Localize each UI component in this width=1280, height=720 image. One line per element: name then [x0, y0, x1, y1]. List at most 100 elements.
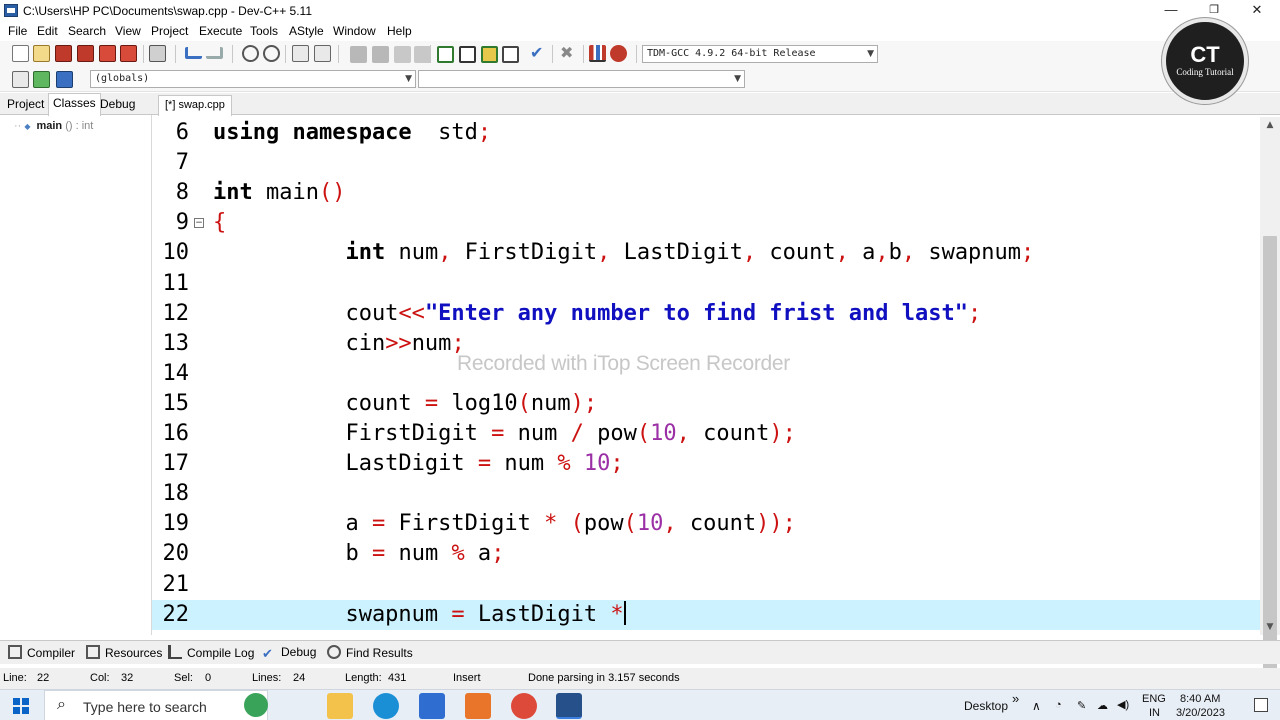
- menu-execute[interactable]: Execute: [199, 24, 242, 38]
- menu-help[interactable]: Help: [387, 24, 412, 38]
- windows-start-icon[interactable]: [13, 698, 29, 714]
- tab-compiler[interactable]: Compiler: [8, 645, 75, 660]
- menu-view[interactable]: View: [115, 24, 141, 38]
- code-token: ,: [875, 240, 889, 266]
- code-token: %: [451, 541, 465, 567]
- pen-icon[interactable]: ✎: [1077, 699, 1086, 712]
- devcpp-taskbar-icon[interactable]: [556, 693, 582, 719]
- edge-browser-icon[interactable]: [373, 693, 399, 719]
- fold-toggle-icon[interactable]: −: [194, 218, 204, 229]
- syntax-check-icon[interactable]: ✔: [530, 45, 547, 62]
- close-all-icon[interactable]: [120, 45, 137, 62]
- chrome-browser-icon[interactable]: [511, 693, 537, 719]
- compiler-select[interactable]: TDM-GCC 4.9.2 64-bit Release ▼: [642, 45, 878, 63]
- language-code[interactable]: ENG: [1142, 693, 1166, 705]
- minimize-button[interactable]: —: [1149, 0, 1193, 22]
- scroll-down-icon[interactable]: ▼: [1260, 619, 1280, 635]
- code-token: *: [610, 601, 624, 627]
- taskbar-search-box[interactable]: ⌕ Type here to search: [44, 690, 268, 720]
- tab-compiler-label: Compiler: [27, 646, 76, 660]
- redo-icon[interactable]: [206, 47, 223, 59]
- save-icon[interactable]: [55, 45, 72, 62]
- save-all-icon[interactable]: [77, 45, 94, 62]
- class-browse-icon[interactable]: [12, 71, 29, 88]
- tab-project[interactable]: Project: [3, 95, 48, 115]
- clock-date[interactable]: 3/20/2023: [1176, 707, 1225, 719]
- scroll-up-icon[interactable]: ▲: [1260, 117, 1280, 133]
- rebuild-all-icon[interactable]: [502, 46, 519, 63]
- language-region[interactable]: IN: [1149, 707, 1160, 719]
- run-icon[interactable]: [459, 46, 476, 63]
- menu-astyle[interactable]: AStyle: [289, 24, 324, 38]
- goto-definition-icon[interactable]: [56, 71, 73, 88]
- volume-icon[interactable]: ◀): [1117, 698, 1129, 711]
- toggle-comment-icon[interactable]: [394, 46, 411, 63]
- code-line[interactable]: 12 cout<<"Enter any number to find frist…: [152, 299, 1260, 329]
- close-file-icon[interactable]: [99, 45, 116, 62]
- tab-compile-log[interactable]: Compile Log: [168, 645, 254, 660]
- goto-line-icon[interactable]: [292, 45, 309, 62]
- scope-select[interactable]: (globals) ▼: [90, 70, 416, 88]
- tab-debug[interactable]: Debug: [96, 95, 139, 115]
- code-line[interactable]: 16 FirstDigit = num / pow(10, count);: [152, 419, 1260, 449]
- file-tab-swap-cpp[interactable]: [*] swap.cpp: [158, 95, 232, 116]
- code-line[interactable]: 6 using namespace std;: [152, 118, 1260, 148]
- undo-icon[interactable]: [185, 47, 202, 59]
- code-line-current[interactable]: 22 swapnum = LastDigit *: [152, 599, 1260, 630]
- replace-icon[interactable]: [263, 45, 280, 62]
- find-icon[interactable]: [242, 45, 259, 62]
- chevron-right-icon[interactable]: »: [1012, 691, 1019, 706]
- file-explorer-icon[interactable]: [327, 693, 353, 719]
- uncomment-icon[interactable]: [414, 46, 431, 63]
- menu-edit[interactable]: Edit: [37, 24, 58, 38]
- editor-vertical-scrollbar[interactable]: ▲ ▼: [1260, 117, 1280, 698]
- recycle-icon[interactable]: [244, 693, 268, 717]
- code-line[interactable]: 18: [152, 479, 1260, 509]
- desktop-toolbar-label[interactable]: Desktop: [964, 699, 1008, 713]
- menu-search[interactable]: Search: [68, 24, 106, 38]
- menu-window[interactable]: Window: [333, 24, 376, 38]
- menu-tools[interactable]: Tools: [250, 24, 278, 38]
- code-line[interactable]: 17 LastDigit = num % 10;: [152, 449, 1260, 479]
- code-line[interactable]: 7: [152, 148, 1260, 178]
- member-select[interactable]: ▼: [418, 70, 745, 88]
- notification-icon[interactable]: [1254, 698, 1268, 712]
- tab-resources[interactable]: Resources: [86, 645, 162, 660]
- code-line[interactable]: 11: [152, 269, 1260, 299]
- network-icon[interactable]: ◔: [1055, 699, 1062, 711]
- sublime-text-icon[interactable]: [465, 693, 491, 719]
- bookmark-icon[interactable]: [314, 45, 331, 62]
- tab-find-results[interactable]: Find Results: [327, 645, 413, 660]
- status-length-value: 431: [388, 672, 407, 684]
- delete-profile-icon[interactable]: [610, 45, 627, 62]
- code-line[interactable]: 9−{: [152, 208, 1260, 238]
- compile-icon[interactable]: [437, 46, 454, 63]
- tab-classes[interactable]: Classes: [48, 93, 101, 116]
- stop-execution-icon[interactable]: ✖: [560, 45, 577, 62]
- tree-item-main[interactable]: ·· ◆ main () : int: [14, 120, 93, 132]
- code-line[interactable]: 20 b = num % a;: [152, 539, 1260, 569]
- code-line[interactable]: 8 int main(): [152, 178, 1260, 208]
- line-code-text: int main(): [213, 178, 345, 208]
- goto-declaration-icon[interactable]: [33, 71, 50, 88]
- menu-project[interactable]: Project: [151, 24, 188, 38]
- compile-run-icon[interactable]: [481, 46, 498, 63]
- code-line[interactable]: 19 a = FirstDigit * (pow(10, count));: [152, 509, 1260, 539]
- tray-overflow-icon[interactable]: ∧: [1032, 699, 1041, 713]
- tab-debug-output[interactable]: ✔ Debug: [262, 645, 316, 662]
- onedrive-icon[interactable]: ☁: [1097, 699, 1108, 712]
- new-file-icon[interactable]: [12, 45, 29, 62]
- code-line[interactable]: 21: [152, 570, 1260, 600]
- menu-file[interactable]: File: [8, 24, 27, 38]
- microsoft-store-icon[interactable]: [419, 693, 445, 719]
- indent-icon[interactable]: [350, 46, 367, 63]
- code-line[interactable]: 15 count = log10(num);: [152, 389, 1260, 419]
- close-button[interactable]: ✕: [1235, 0, 1279, 22]
- profile-analysis-icon[interactable]: [589, 45, 606, 62]
- print-icon[interactable]: [149, 45, 166, 62]
- unindent-icon[interactable]: [372, 46, 389, 63]
- code-editor[interactable]: 6 using namespace std; 7 8 int main() 9−{10 i…: [152, 117, 1280, 635]
- open-file-icon[interactable]: [33, 45, 50, 62]
- code-line[interactable]: 10 int num, FirstDigit, LastDigit, count…: [152, 238, 1260, 268]
- clock-time[interactable]: 8:40 AM: [1180, 693, 1220, 705]
